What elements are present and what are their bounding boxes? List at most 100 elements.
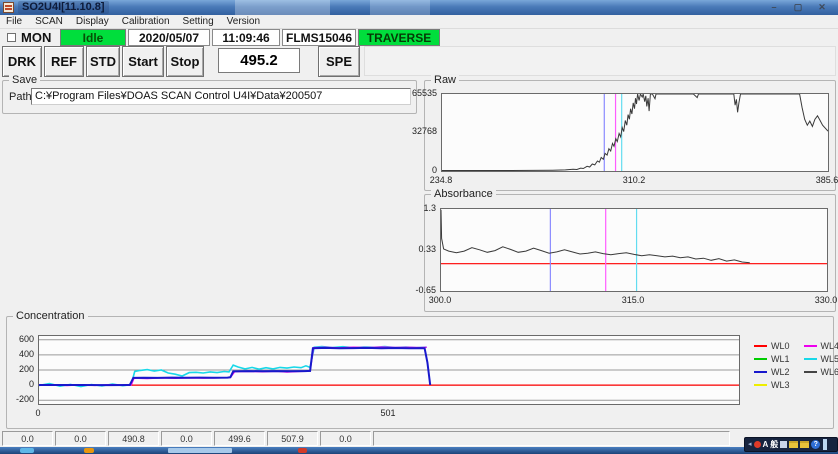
series-raw-spectrum [442,94,828,171]
mon-checkbox[interactable] [7,33,16,42]
legend-label: WL4 [821,341,838,351]
x-tick-label: 501 [364,408,412,418]
legend-swatch [754,371,767,373]
y-tick-label: 65535 [401,88,437,98]
tray-folder-icon[interactable] [789,441,798,448]
minimize-icon[interactable]: – [764,1,784,13]
concentration-group: Concentration WL0 WL1 WL2 WL3 WL4 WL5 WL… [6,316,834,429]
app-icon [3,2,14,13]
legend-label: WL2 [771,367,790,377]
status-cell: 0.0 [2,431,53,446]
status-cell: 507.9 [267,431,318,446]
titlebar-glass-highlight [370,0,430,15]
x-tick-label: 300.0 [416,295,464,305]
x-tick-label: 234.8 [417,175,465,185]
tray-help-icon[interactable]: ? [811,440,820,449]
legend-item: WL4 [804,341,838,351]
raw-plot-area [441,93,829,172]
legend-item: WL0 [754,341,790,351]
concentration-legend: WL0 WL1 WL2 WL3 WL4 WL5 WL6 [754,341,838,390]
absorbance-chart: -0.650.331.3300.0315.0330.0 [425,195,837,313]
tray-red-status-icon[interactable] [754,441,761,448]
legend-item: WL2 [754,367,790,377]
absorbance-group: Absorbance -0.650.331.3300.0315.0330.0 [424,194,836,312]
x-tick-label: 315.0 [609,295,657,305]
status-cell: 499.6 [214,431,265,446]
x-tick-label: 385.6 [803,175,838,185]
legend-item: WL3 [754,380,790,390]
windows-taskbar [0,447,838,454]
legend-column: WL0 WL1 WL2 WL3 [754,341,790,390]
start-orb-icon[interactable] [20,448,34,453]
ref-button[interactable]: REF [44,46,84,77]
system-tray: ◂ A 般 ? [744,437,838,452]
toolbar-spacer-panel [364,46,836,76]
measurement-display: 495.2 [218,48,300,73]
legend-label: WL3 [771,380,790,390]
series-absorbance-trace [441,210,750,263]
legend-label: WL1 [771,354,790,364]
menu-item-version[interactable]: Version [227,16,260,27]
path-label: Path [9,91,32,103]
stop-button[interactable]: Stop [166,46,204,77]
raw-chart: 03276865535234.8310.2385.6 [425,81,837,192]
tray-folder-icon[interactable] [800,441,809,448]
status-cell: 0.0 [161,431,212,446]
status-cell-empty [373,431,730,446]
save-group: Save Path C:¥Program Files¥DOAS SCAN Con… [2,80,417,114]
taskbar-app-icon[interactable] [298,448,307,453]
titlebar-glass-highlight [235,0,330,15]
y-tick-label: 200 [0,364,34,374]
y-tick-label: 600 [0,334,34,344]
mode-indicator: TRAVERSE [358,29,440,46]
ime-toolbar-icon[interactable] [780,441,787,448]
legend-column: WL4 WL5 WL6 [804,341,838,390]
taskbar-app-icon[interactable] [84,448,94,453]
path-input[interactable]: C:¥Program Files¥DOAS SCAN Control U4I¥D… [31,88,411,105]
y-tick-label: 0 [0,379,34,389]
legend-swatch [754,358,767,360]
legend-swatch [754,384,767,386]
taskbar-app-buttons[interactable] [168,448,232,453]
status-cell: 0.0 [55,431,106,446]
menu-item-setting[interactable]: Setting [183,16,214,27]
y-tick-label: 1.3 [400,203,436,213]
concentration-chart: WL0 WL1 WL2 WL3 WL4 WL5 WL6 -20002004006… [7,317,835,430]
spe-button[interactable]: SPE [318,46,360,77]
menu-bar: File SCAN Display Calibration Setting Ve… [0,15,838,29]
start-button[interactable]: Start [122,46,164,77]
maximize-icon[interactable]: ▢ [788,1,808,13]
menu-item-scan[interactable]: SCAN [35,16,63,27]
app-window: SO2U4I[11.10.8] – ▢ ✕ File SCAN Display … [0,0,838,454]
time-display: 11:09:46 [212,29,280,46]
tray-edge-widget[interactable] [823,439,827,450]
save-group-label: Save [9,74,40,86]
absorbance-plot-area [440,208,828,292]
y-tick-label: 0 [401,165,437,175]
menu-item-display[interactable]: Display [76,16,109,27]
ime-alpha-icon[interactable]: A [763,438,769,451]
device-id-display: FLMS15046 [282,29,356,46]
x-tick-label: 330.0 [802,295,838,305]
ime-mode-icon[interactable]: 般 [770,438,778,451]
mon-label: MON [21,30,51,45]
state-indicator: Idle [60,29,126,46]
legend-swatch [754,345,767,347]
menu-item-file[interactable]: File [6,16,22,27]
concentration-plot-area [38,335,740,405]
legend-label: WL5 [821,354,838,364]
legend-label: WL6 [821,367,838,377]
std-button[interactable]: STD [86,46,120,77]
y-tick-label: 0.33 [400,244,436,254]
tray-chevron-icon[interactable]: ◂ [748,438,752,451]
close-icon[interactable]: ✕ [812,1,832,13]
date-display: 2020/05/07 [128,29,210,46]
status-cell: 0.0 [320,431,371,446]
legend-item: WL5 [804,354,838,364]
x-tick-label: 0 [14,408,62,418]
menu-item-calibration[interactable]: Calibration [122,16,170,27]
y-tick-label: -0.65 [400,285,436,295]
window-title: SO2U4I[11.10.8] [18,1,109,14]
y-tick-label: -200 [0,394,34,404]
drk-button[interactable]: DRK [2,46,42,77]
